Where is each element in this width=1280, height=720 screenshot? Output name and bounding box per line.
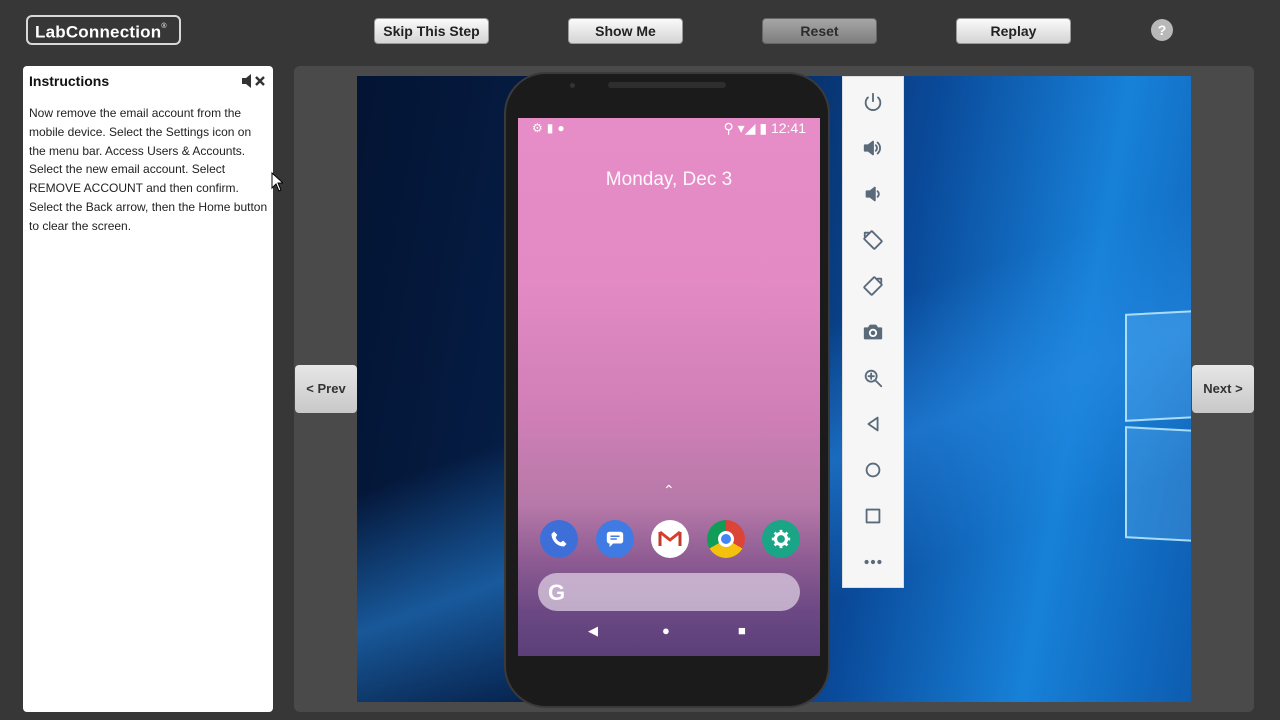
- phone-home-screen[interactable]: ⚙▮● ⚲ ▾◢ ▮ 12:41 Monday, Dec 3 ⌃ G ◀ ● ■: [518, 118, 820, 656]
- app-drawer-arrow-icon[interactable]: ⌃: [663, 482, 675, 499]
- next-button[interactable]: Next >: [1192, 365, 1254, 413]
- front-camera: [570, 83, 575, 88]
- windows-logo-pane-bottom: [1125, 426, 1191, 542]
- status-right: ⚲ ▾◢ ▮ 12:41: [724, 120, 806, 137]
- replay-button[interactable]: Replay: [956, 18, 1071, 44]
- notification-icons: ⚙▮●: [532, 121, 569, 135]
- reset-button[interactable]: Reset: [762, 18, 877, 44]
- instructions-title: Instructions: [29, 73, 110, 89]
- volume-down-icon[interactable]: [843, 177, 903, 211]
- android-phone: ⚙▮● ⚲ ▾◢ ▮ 12:41 Monday, Dec 3 ⌃ G ◀ ● ■: [504, 72, 830, 708]
- google-g-icon: G: [548, 580, 566, 605]
- overview-icon[interactable]: [843, 499, 903, 533]
- status-bar: ⚙▮● ⚲ ▾◢ ▮ 12:41: [518, 118, 820, 140]
- rotate-right-icon[interactable]: [843, 269, 903, 303]
- mouse-cursor-icon: [271, 172, 283, 192]
- back-icon[interactable]: [843, 407, 903, 441]
- status-time: 12:41: [770, 120, 806, 136]
- status-icons: ⚲ ▾◢ ▮: [723, 120, 771, 136]
- labconnection-logo: LabConnection®: [26, 15, 181, 45]
- home-nav-icon[interactable]: ●: [662, 623, 670, 638]
- settings-icon[interactable]: [762, 520, 800, 558]
- chrome-icon[interactable]: [707, 520, 745, 558]
- gmail-icon[interactable]: [651, 520, 689, 558]
- logo-text: LabConnection: [35, 22, 162, 42]
- phone-icon[interactable]: [540, 520, 578, 558]
- help-icon[interactable]: ?: [1151, 19, 1173, 41]
- chrome-center: [718, 531, 734, 547]
- emulator-toolbar: [842, 76, 904, 588]
- more-icon[interactable]: [843, 545, 903, 579]
- instructions-text: Now remove the email account from the mo…: [29, 106, 268, 233]
- skip-step-button[interactable]: Skip This Step: [374, 18, 489, 44]
- show-me-button[interactable]: Show Me: [568, 18, 683, 44]
- app-dock: [540, 520, 800, 560]
- earpiece-speaker: [608, 82, 726, 88]
- mute-icon[interactable]: [241, 72, 267, 90]
- volume-up-icon[interactable]: [843, 131, 903, 165]
- prev-button[interactable]: < Prev: [295, 365, 357, 413]
- messages-icon[interactable]: [596, 520, 634, 558]
- home-date[interactable]: Monday, Dec 3: [518, 169, 820, 191]
- logo-registered-mark: ®: [161, 23, 167, 30]
- lab-window: LabConnection® Skip This Step Show Me Re…: [0, 0, 1280, 720]
- instructions-panel: Instructions Now remove the email accoun…: [23, 66, 273, 712]
- power-icon[interactable]: [843, 85, 903, 119]
- recents-nav-icon[interactable]: ■: [738, 623, 746, 638]
- home-icon[interactable]: [843, 453, 903, 487]
- android-nav-bar: ◀ ● ■: [518, 623, 820, 643]
- rotate-left-icon[interactable]: [843, 223, 903, 257]
- back-nav-icon[interactable]: ◀: [588, 623, 598, 639]
- zoom-icon[interactable]: [843, 361, 903, 395]
- camera-icon[interactable]: [843, 315, 903, 349]
- google-search-bar[interactable]: G: [538, 573, 800, 611]
- windows-logo-pane-top: [1125, 310, 1191, 422]
